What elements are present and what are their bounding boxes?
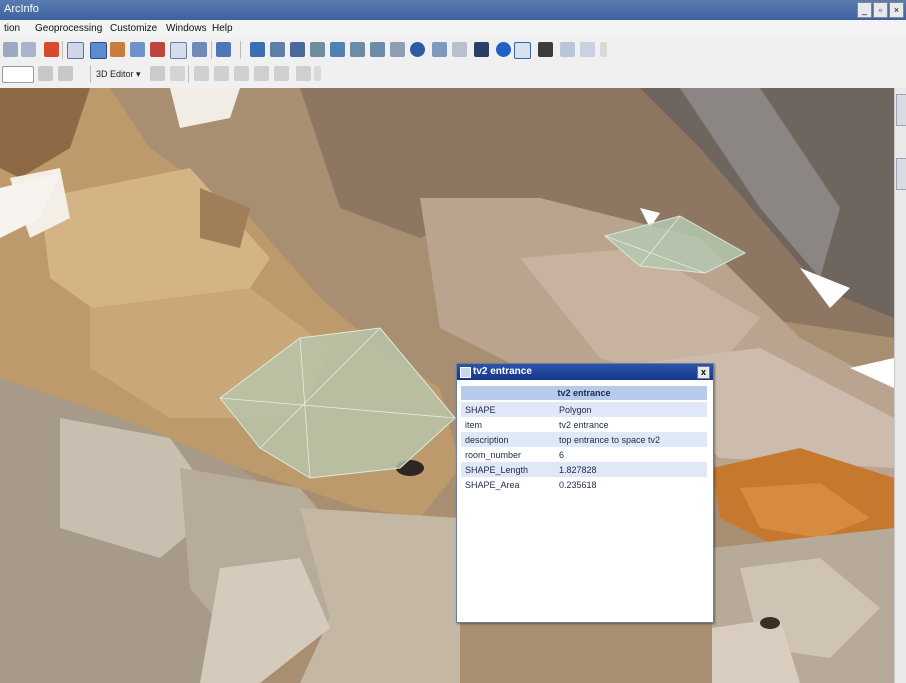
edit-annotation-icon[interactable]	[170, 66, 185, 81]
select-elements-icon[interactable]	[474, 42, 489, 57]
field-name: SHAPE	[461, 402, 555, 417]
field-name: room_number	[461, 447, 555, 462]
table-row[interactable]: SHAPE_Length 1.827828	[461, 462, 707, 477]
identify-feature-header[interactable]: tv2 entrance	[461, 386, 707, 400]
menu-item-selection[interactable]: tion	[4, 23, 20, 34]
html-popup-icon[interactable]	[514, 42, 531, 59]
field-value: 6	[555, 447, 707, 462]
create-features-icon[interactable]	[296, 66, 311, 81]
table-row[interactable]: description top entrance to space tv2	[461, 432, 707, 447]
layer-dropdown[interactable]	[2, 66, 34, 83]
identify-dialog-titlebar[interactable]: tv2 entrance x	[457, 364, 713, 380]
full-extent-icon[interactable]	[410, 42, 425, 57]
3d-scene-view[interactable]	[0, 88, 894, 683]
undo-icon[interactable]	[3, 42, 18, 57]
reshape-icon[interactable]	[194, 66, 209, 81]
python-icon[interactable]	[192, 42, 207, 57]
field-name: SHAPE_Length	[461, 462, 555, 477]
table-row[interactable]: SHAPE_Area 0.235618	[461, 477, 707, 492]
field-value: 0.235618	[555, 477, 707, 492]
table-of-contents-icon[interactable]	[170, 42, 187, 59]
select-features-icon[interactable]	[432, 42, 447, 57]
animation-icon[interactable]	[580, 42, 595, 57]
layer-properties-icon[interactable]	[38, 66, 53, 81]
attribute-table: SHAPE Polygon item tv2 entrance descript…	[461, 402, 707, 492]
attributes-icon[interactable]	[254, 66, 269, 81]
observer-icon[interactable]	[330, 42, 345, 57]
rock-surface-render	[0, 88, 894, 683]
pan-icon[interactable]	[390, 42, 405, 57]
catalog-tab[interactable]	[896, 94, 906, 126]
find-icon[interactable]	[538, 42, 553, 57]
menu-item-windows[interactable]: Windows	[166, 23, 207, 34]
window-titlebar: ArcInfo _ ▫ ×	[0, 0, 906, 20]
field-value: Polygon	[555, 402, 707, 417]
minimize-button[interactable]: _	[857, 2, 872, 18]
menu-item-customize[interactable]: Customize	[110, 23, 157, 34]
menu-bar: tion Geoprocessing Customize Windows Hel…	[0, 20, 906, 38]
window-controls: _ ▫ ×	[857, 2, 904, 18]
arctoolbox-icon[interactable]	[130, 42, 145, 57]
search-window-icon[interactable]	[150, 42, 165, 57]
field-name: item	[461, 417, 555, 432]
redo-icon[interactable]	[21, 42, 36, 57]
close-icon[interactable]: x	[697, 366, 710, 379]
layer-options-icon[interactable]	[58, 66, 73, 81]
field-value: 1.827828	[555, 462, 707, 477]
navigate-icon[interactable]	[250, 42, 265, 57]
table-row[interactable]: item tv2 entrance	[461, 417, 707, 432]
field-name: SHAPE_Area	[461, 477, 555, 492]
fly-icon[interactable]	[270, 42, 285, 57]
data-view-icon[interactable]	[90, 42, 107, 59]
identify-dialog-title: tv2 entrance	[473, 366, 532, 377]
3d-editor-menu[interactable]: 3D Editor ▾	[96, 69, 141, 80]
layout-view-icon[interactable]	[67, 42, 84, 59]
target-center-icon[interactable]	[290, 42, 305, 57]
rotate-icon[interactable]	[234, 66, 249, 81]
editor-toolbar: 3D Editor ▾	[0, 62, 906, 89]
window-title: ArcInfo	[4, 3, 39, 15]
field-value: tv2 entrance	[555, 417, 707, 432]
standard-toolbar	[0, 38, 906, 63]
edit-tool-icon[interactable]	[150, 66, 165, 81]
zoom-in-icon[interactable]	[350, 42, 365, 57]
close-window-button[interactable]: ×	[889, 2, 904, 18]
measure-icon[interactable]	[560, 42, 575, 57]
identify-dialog: tv2 entrance x tv2 entrance SHAPE Polygo…	[456, 363, 714, 623]
sketch-properties-icon[interactable]	[274, 66, 289, 81]
catalog-icon[interactable]	[110, 42, 125, 57]
clear-selection-icon[interactable]	[452, 42, 467, 57]
identify-window-icon	[460, 367, 471, 378]
split-icon[interactable]	[214, 66, 229, 81]
menu-item-geoprocessing[interactable]: Geoprocessing	[35, 23, 102, 34]
whats-this-icon[interactable]	[216, 42, 231, 57]
zoom-to-target-icon[interactable]	[310, 42, 325, 57]
maximize-button[interactable]: ▫	[873, 2, 888, 18]
field-name: description	[461, 432, 555, 447]
toolbar2-options-icon[interactable]	[314, 66, 321, 81]
docked-panel-strip	[894, 88, 906, 683]
toolbar-options-icon[interactable]	[600, 42, 607, 57]
identify-icon[interactable]	[496, 42, 511, 57]
search-tab[interactable]	[896, 158, 906, 190]
menu-item-help[interactable]: Help	[212, 23, 233, 34]
add-data-icon[interactable]	[44, 42, 59, 57]
table-row[interactable]: SHAPE Polygon	[461, 402, 707, 417]
table-row[interactable]: room_number 6	[461, 447, 707, 462]
field-value: top entrance to space tv2	[555, 432, 707, 447]
zoom-out-icon[interactable]	[370, 42, 385, 57]
